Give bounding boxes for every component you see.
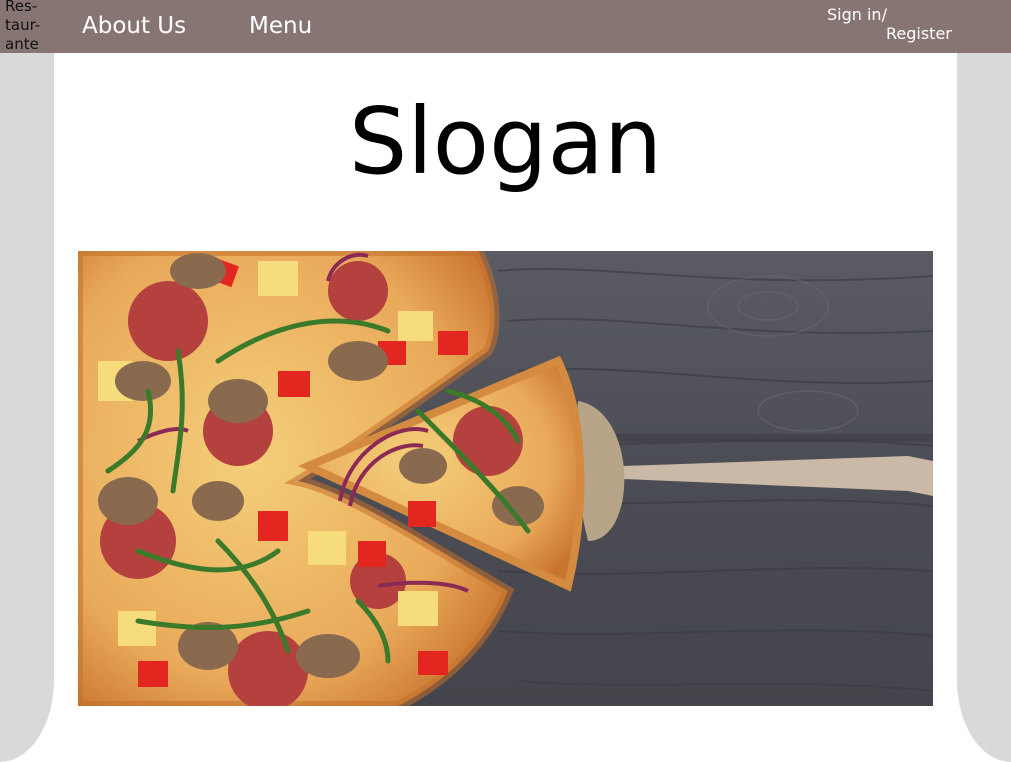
page: Res- taur- ante About Us Menu Sign in/ R…	[0, 0, 1011, 762]
sign-in-label[interactable]: Sign in/	[827, 5, 887, 24]
nav-about-us-link[interactable]: About Us	[82, 11, 186, 41]
restaurant-logo[interactable]: Res- taur- ante	[5, 0, 50, 54]
top-navbar: Res- taur- ante About Us Menu Sign in/ R…	[0, 0, 1011, 53]
nav-menu-link[interactable]: Menu	[249, 11, 312, 41]
page-slogan: Slogan	[348, 88, 663, 195]
hero-pizza-image	[78, 251, 933, 706]
register-label[interactable]: Register	[886, 24, 952, 43]
pizza-photo-icon	[78, 251, 933, 706]
sign-in-register-link[interactable]: Sign in/ Register	[827, 5, 957, 47]
